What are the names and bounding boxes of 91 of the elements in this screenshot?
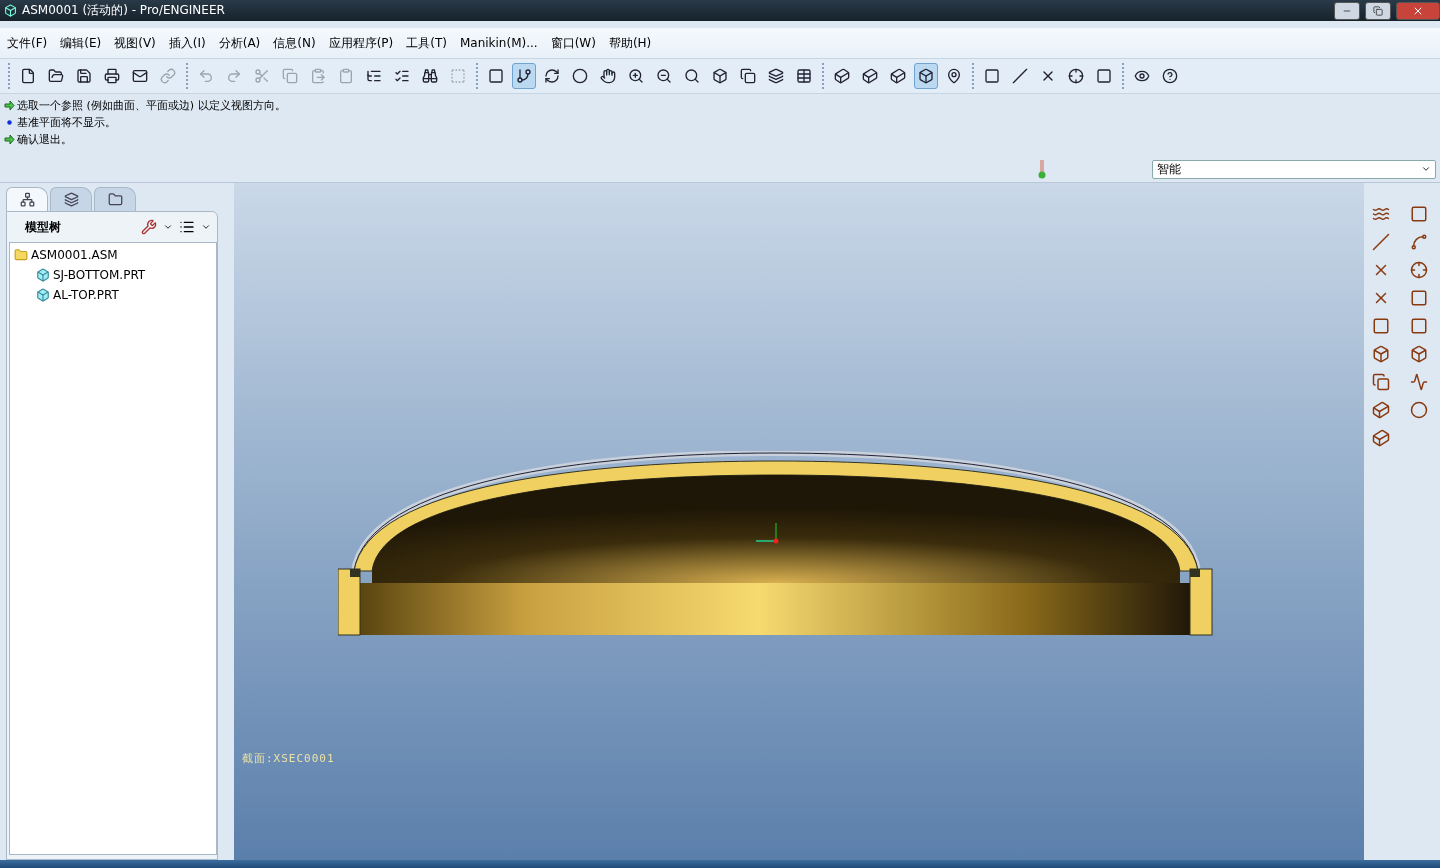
square-icon (488, 68, 504, 84)
app-icon (4, 4, 17, 17)
copy-icon[interactable] (1370, 371, 1392, 393)
tree-icon (19, 192, 35, 207)
circle-icon[interactable] (1408, 399, 1430, 421)
menu-item[interactable]: 文件(F) (7, 34, 48, 52)
cube-icon (918, 68, 934, 84)
save-icon (76, 68, 92, 84)
crosshair-icon[interactable] (1408, 259, 1430, 281)
envelope-icon (132, 68, 148, 84)
part-icon (36, 268, 50, 282)
dot-icon (4, 117, 15, 128)
menu-item[interactable]: 帮助(H) (608, 34, 652, 52)
box-icon (712, 68, 728, 84)
copy-icon (282, 68, 298, 84)
search-icon (684, 68, 700, 84)
folder-icon (107, 192, 123, 207)
eye-icon (1134, 68, 1150, 84)
menu-item[interactable]: 信息(N) (273, 34, 316, 52)
menu-item[interactable]: 工具(T) (406, 34, 447, 52)
restore-button[interactable] (1365, 1, 1391, 20)
wrench-icon[interactable] (141, 219, 157, 235)
menu-item[interactable]: 视图(V) (114, 34, 156, 52)
slash-icon[interactable] (1370, 231, 1392, 253)
toolbar-button[interactable] (914, 63, 938, 89)
zoom-in-icon (628, 68, 644, 84)
scissors-icon (254, 68, 270, 84)
window-title: ASM0001 (活动的) - Pro/ENGINEER (22, 2, 226, 19)
paste-icon (310, 68, 326, 84)
refresh-icon (544, 68, 560, 84)
cube-icon (834, 68, 850, 84)
menu-item[interactable]: 窗口(W) (550, 34, 596, 52)
binoculars-icon (422, 68, 438, 84)
menu-item[interactable]: 插入(I) (168, 34, 206, 52)
arrow-icon (4, 100, 15, 111)
crosshair-icon (1068, 68, 1084, 84)
square-icon (1096, 68, 1112, 84)
message-text: 选取一个参照 (例如曲面、平面或边) 以定义视图方向。 (17, 98, 286, 113)
menu-item[interactable]: 编辑(E) (60, 34, 102, 52)
cube-icon[interactable] (1370, 427, 1392, 449)
menu-item[interactable]: 分析(A) (218, 34, 261, 52)
table-icon (796, 68, 812, 84)
new-file-icon (20, 68, 36, 84)
minimize-button[interactable] (1334, 1, 1360, 20)
traffic-light-icon (1038, 159, 1046, 179)
message-text: 确认退出。 (17, 132, 72, 147)
list-icon (366, 68, 382, 84)
undo-icon (198, 68, 214, 84)
part-icon (36, 288, 50, 302)
sphere-icon (572, 68, 588, 84)
clipboard-icon (338, 68, 354, 84)
copy-icon (740, 68, 756, 84)
slash-icon (1012, 68, 1028, 84)
restore-icon (1373, 5, 1383, 16)
panel-title: 模型树 (25, 218, 62, 236)
list-icon[interactable] (179, 219, 195, 235)
caret-icon (1421, 164, 1431, 174)
arrow-icon (4, 134, 15, 145)
branch-icon (516, 68, 532, 84)
help-icon (1162, 68, 1178, 84)
printer-icon (104, 68, 120, 84)
close-button[interactable] (1396, 1, 1440, 20)
caret-icon (163, 222, 173, 232)
navigator-tab[interactable] (50, 187, 92, 211)
checklist-icon (394, 68, 410, 84)
redo-icon (226, 68, 242, 84)
navigator-tab[interactable] (6, 187, 48, 211)
caret-icon (201, 222, 211, 232)
dashed-square-icon (450, 68, 466, 84)
cube-icon (862, 68, 878, 84)
cube-icon (890, 68, 906, 84)
toolbar-button[interactable] (512, 63, 536, 89)
folder-icon (48, 68, 64, 84)
tree-item[interactable]: AL-TOP.PRT (53, 288, 119, 302)
navigator-tab[interactable] (94, 187, 136, 211)
assembly-icon (14, 248, 28, 262)
wave-icon[interactable] (1408, 371, 1430, 393)
message-text: 基准平面将不显示。 (17, 115, 116, 130)
pin-icon (946, 68, 962, 84)
menu-item[interactable]: Manikin(M)... (459, 36, 538, 50)
layers-icon (768, 68, 784, 84)
filter-dropdown[interactable]: 智能 (1152, 159, 1436, 179)
cube-icon[interactable] (1370, 399, 1392, 421)
tree-item[interactable]: SJ-BOTTOM.PRT (53, 268, 146, 282)
link-icon (160, 68, 176, 84)
menu-item[interactable]: 应用程序(P) (328, 34, 394, 52)
square-icon (984, 68, 1000, 84)
section-label: 截面:XSEC0001 (242, 751, 335, 766)
zoom-out-icon (656, 68, 672, 84)
tree-item[interactable]: ASM0001.ASM (31, 248, 118, 262)
hand-icon (600, 68, 616, 84)
